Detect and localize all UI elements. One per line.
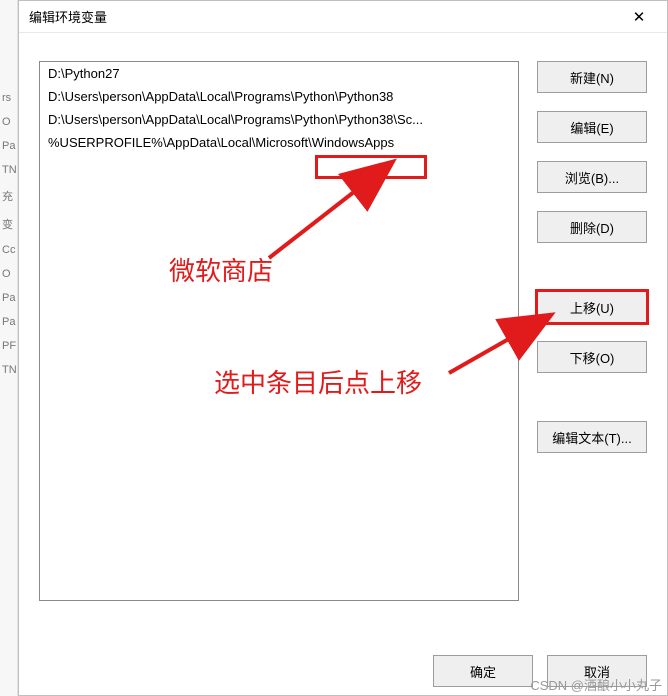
- move-down-button[interactable]: 下移(O): [537, 341, 647, 373]
- edit-button[interactable]: 编辑(E): [537, 111, 647, 143]
- list-item[interactable]: D:\Python27: [40, 62, 518, 85]
- titlebar: 编辑环境变量 ✕: [19, 1, 667, 33]
- edit-env-var-dialog: 编辑环境变量 ✕ D:\Python27 D:\Users\person\App…: [18, 0, 668, 696]
- path-listbox[interactable]: D:\Python27 D:\Users\person\AppData\Loca…: [39, 61, 519, 601]
- close-button[interactable]: ✕: [619, 3, 659, 31]
- new-button[interactable]: 新建(N): [537, 61, 647, 93]
- button-column: 新建(N) 编辑(E) 浏览(B)... 删除(D) 上移(U) 下移(O) 编…: [537, 61, 647, 471]
- list-item[interactable]: %USERPROFILE%\AppData\Local\Microsoft\Wi…: [40, 131, 518, 154]
- ok-button[interactable]: 确定: [433, 655, 533, 687]
- edit-text-button[interactable]: 编辑文本(T)...: [537, 421, 647, 453]
- dialog-content: D:\Python27 D:\Users\person\AppData\Loca…: [19, 33, 667, 663]
- list-item[interactable]: D:\Users\person\AppData\Local\Programs\P…: [40, 108, 518, 131]
- watermark: CSDN @酒酿小小丸子: [530, 675, 662, 694]
- list-item[interactable]: D:\Users\person\AppData\Local\Programs\P…: [40, 85, 518, 108]
- background-window-fragment: rs O Pa TN 充 变 Cc O Pa Pa PF TN: [0, 0, 18, 696]
- move-up-button[interactable]: 上移(U): [537, 291, 647, 323]
- window-title: 编辑环境变量: [29, 7, 107, 26]
- close-icon: ✕: [633, 8, 646, 26]
- delete-button[interactable]: 删除(D): [537, 211, 647, 243]
- browse-button[interactable]: 浏览(B)...: [537, 161, 647, 193]
